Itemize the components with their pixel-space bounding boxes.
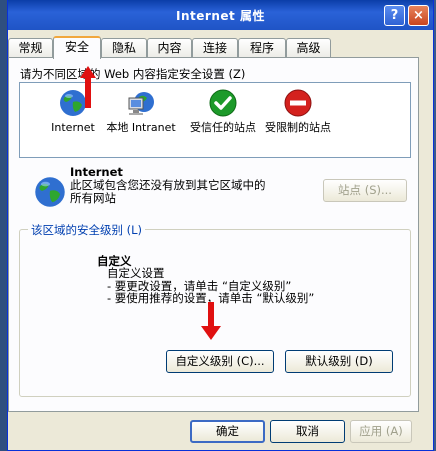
restricted-sites-icon — [284, 89, 312, 117]
zone-internet-label: Internet — [51, 121, 95, 134]
tab-content[interactable]: 内容 — [147, 38, 192, 58]
window-title: Internet 属性 — [176, 9, 265, 23]
tab-privacy[interactable]: 隐私 — [101, 38, 147, 58]
annotation-arrow-down-icon — [201, 302, 221, 340]
ok-button[interactable]: 确定 — [190, 420, 265, 443]
zone-trusted-sites-label: 受信任的站点 — [190, 121, 256, 134]
tab-connections[interactable]: 连接 — [192, 38, 238, 58]
trusted-sites-icon — [209, 89, 237, 117]
close-button[interactable]: × — [408, 5, 429, 26]
tab-security[interactable]: 安全 — [53, 36, 101, 59]
tab-strip: 常规 安全 隐私 内容 连接 程序 高级 — [8, 36, 418, 59]
selected-zone-title: Internet — [70, 165, 123, 179]
cancel-button[interactable]: 取消 — [270, 420, 345, 443]
apply-button[interactable]: 应用 (A) — [350, 420, 412, 443]
zone-restricted-sites[interactable]: 受限制的站点 — [258, 88, 338, 134]
help-button[interactable]: ? — [384, 5, 405, 26]
default-level-button[interactable]: 默认级别 (D) — [285, 350, 393, 373]
local-intranet-icon — [128, 92, 154, 115]
zone-restricted-sites-label: 受限制的站点 — [265, 121, 331, 134]
security-level-line: 自定义设置 — [107, 266, 165, 280]
zone-local-intranet-label: 本地 Intranet — [106, 121, 176, 134]
security-level-group-label: 该区域的安全级别 (L) — [28, 222, 146, 238]
selected-zone-globe-icon — [35, 177, 65, 207]
annotation-arrow-up-icon — [80, 66, 96, 108]
zone-prompt: 请为不同区域的 Web 内容指定安全设置 (Z) — [20, 67, 246, 81]
zone-local-intranet[interactable]: 本地 Intranet — [101, 88, 181, 134]
selected-zone-description: 此区域包含您还没有放到其它区域中的所有网站 — [70, 178, 266, 205]
security-level-description: 自定义设置 - 要更改设置，请单击 “自定义级别” - 要使用推荐的设置，请单击… — [107, 267, 314, 305]
title-bar[interactable]: Internet 属性 ? × — [8, 0, 433, 30]
tab-advanced[interactable]: 高级 — [286, 38, 331, 58]
custom-level-button[interactable]: 自定义级别 (C)... — [166, 350, 274, 373]
zone-trusted-sites[interactable]: 受信任的站点 — [183, 88, 263, 134]
sites-button[interactable]: 站点 (S)... — [323, 179, 407, 202]
tab-general[interactable]: 常规 — [8, 38, 53, 58]
tab-programs[interactable]: 程序 — [238, 38, 286, 58]
